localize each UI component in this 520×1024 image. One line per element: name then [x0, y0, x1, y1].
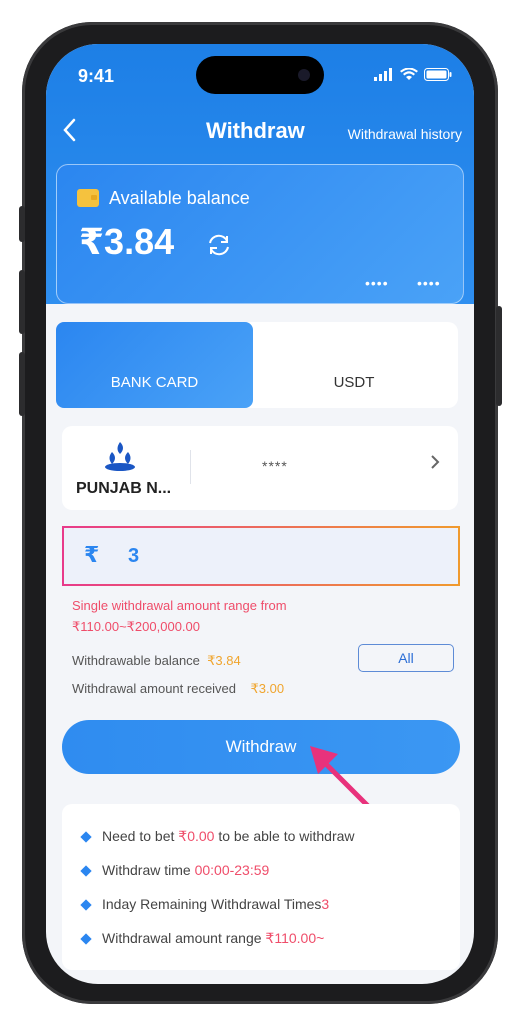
bank-account-selector[interactable]: PUNJAB N... **** [62, 426, 458, 510]
amount-input-field[interactable]: ₹ 3 [62, 526, 460, 586]
side-button-left-1 [19, 206, 25, 242]
camera-icon [298, 69, 310, 81]
rupee-icon: ₹ [84, 542, 100, 567]
balance-amount: ₹3.84 [79, 221, 175, 262]
chevron-left-icon [63, 118, 76, 142]
account-number-masked: **** [262, 458, 288, 474]
side-button-left-3 [19, 352, 25, 416]
side-button-left-2 [19, 270, 25, 334]
page-title: Withdraw [206, 118, 305, 143]
divider [190, 450, 191, 484]
withdrawable-balance-label: Withdrawable balance [72, 653, 200, 668]
status-bar: 9:41 [46, 44, 474, 96]
signal-icon [374, 68, 392, 81]
balance-card: Available balance ₹3.84 •••• •••• [56, 164, 464, 304]
withdrawal-history-link[interactable]: Withdrawal history [348, 126, 462, 142]
chevron-right-icon [430, 454, 440, 475]
info-item-time: Withdraw time 00:00-23:59 [80, 862, 269, 878]
withdrawable-balance-row: Withdrawable balance ₹3.84 [72, 653, 241, 669]
tab-bank-card[interactable]: BANK CARD [56, 322, 253, 408]
tab-usdt[interactable]: USDT [274, 322, 434, 408]
wifi-icon [400, 68, 418, 80]
flame-logo-icon [105, 442, 135, 471]
battery-icon [424, 68, 452, 81]
nav-header: Withdraw Withdrawal history [46, 114, 474, 154]
info-item-range: Withdrawal amount range ₹110.00~ [80, 930, 324, 947]
status-time: 9:41 [78, 66, 115, 86]
diamond-bullet-icon [80, 899, 92, 911]
screen: 9:41 Withdraw Withdrawal history Availab… [46, 44, 474, 984]
amount-received-row: Withdrawal amount received ₹3.00 [72, 681, 284, 697]
range-notice-line2: ₹110.00~₹200,000.00 [72, 619, 200, 634]
range-notice-line1: Single withdrawal amount range from [72, 598, 287, 613]
withdraw-button[interactable]: Withdraw [62, 720, 460, 774]
amount-received-value: ₹3.00 [250, 681, 285, 696]
masked-card-left: •••• [365, 275, 389, 291]
dynamic-island [196, 56, 324, 94]
info-item-remaining: Inday Remaining Withdrawal Times3 [80, 896, 329, 912]
diamond-bullet-icon [80, 865, 92, 877]
diamond-bullet-icon [80, 933, 92, 945]
all-button[interactable]: All [358, 644, 454, 672]
amount-received-label: Withdrawal amount received [72, 681, 237, 696]
wallet-icon [77, 189, 99, 207]
amount-input-value[interactable]: 3 [128, 545, 139, 568]
status-icons [374, 68, 452, 81]
withdraw-info-panel: Need to bet ₹0.00 to be able to withdraw… [62, 804, 460, 970]
diamond-bullet-icon [80, 831, 92, 843]
refresh-icon[interactable] [205, 233, 233, 257]
bank-name: PUNJAB N... [76, 480, 172, 497]
payment-method-tabs: BANK CARD USDT [56, 322, 458, 408]
withdrawable-balance-value: ₹3.84 [207, 653, 241, 668]
masked-card-right: •••• [417, 275, 441, 291]
back-button[interactable] [62, 118, 88, 148]
side-button-right [496, 306, 502, 406]
available-balance-label: Available balance [109, 188, 250, 208]
info-item-bet: Need to bet ₹0.00 to be able to withdraw [80, 828, 355, 845]
